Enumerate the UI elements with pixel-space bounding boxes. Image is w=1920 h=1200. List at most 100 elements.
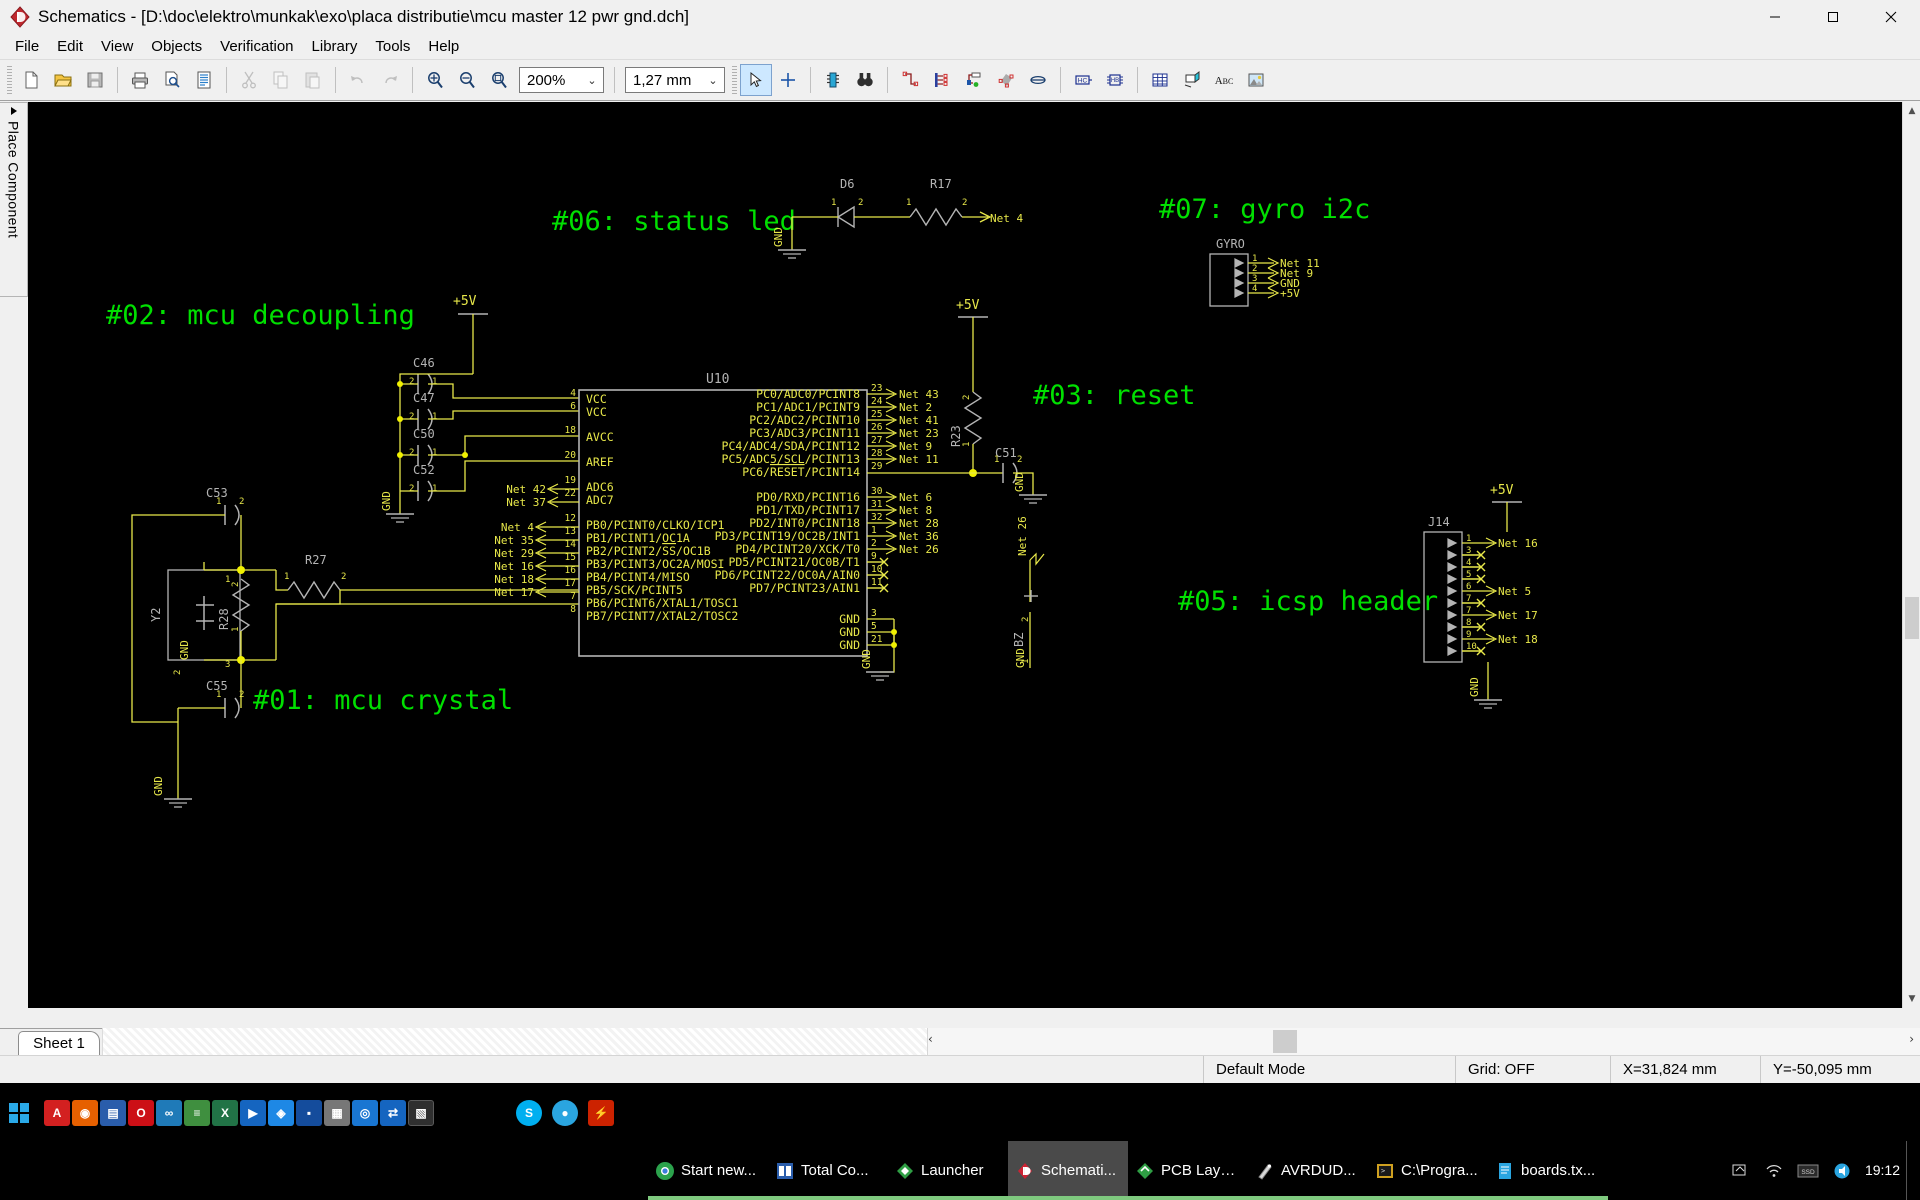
tray-ssd-icon[interactable]: SSD bbox=[1796, 1159, 1820, 1183]
scroll-up-arrow-icon[interactable]: ▲ bbox=[1903, 102, 1920, 120]
diptrace-icon[interactable]: ◈ bbox=[268, 1100, 294, 1126]
undo-icon[interactable] bbox=[342, 64, 374, 96]
windows-start-icon[interactable] bbox=[2, 1097, 36, 1129]
opera-icon[interactable]: O bbox=[128, 1100, 154, 1126]
task-totalcmd[interactable]: Total Co... bbox=[768, 1141, 888, 1200]
firefox-icon[interactable]: ◉ bbox=[72, 1100, 98, 1126]
media-icon[interactable]: ▶ bbox=[240, 1100, 266, 1126]
place-no-connect-icon[interactable] bbox=[1022, 64, 1054, 96]
menu-edit[interactable]: Edit bbox=[48, 35, 92, 58]
open-file-icon[interactable] bbox=[47, 64, 79, 96]
report-icon[interactable] bbox=[188, 64, 220, 96]
zoom-in-icon[interactable] bbox=[419, 64, 451, 96]
scroll-down-arrow-icon[interactable]: ▼ bbox=[1903, 990, 1920, 1008]
minimize-button[interactable] bbox=[1746, 0, 1804, 34]
scroll-left-chevron-icon[interactable]: ‹ bbox=[928, 1032, 933, 1046]
redo-icon[interactable] bbox=[374, 64, 406, 96]
show-desktop-button[interactable] bbox=[1906, 1141, 1920, 1200]
menu-tools[interactable]: Tools bbox=[366, 35, 419, 58]
toolbar-grip[interactable] bbox=[7, 66, 12, 94]
chrome2-icon[interactable]: ◎ bbox=[352, 1100, 378, 1126]
totalcmd-icon[interactable]: ▤ bbox=[100, 1100, 126, 1126]
new-file-icon[interactable] bbox=[15, 64, 47, 96]
flash-icon[interactable]: ⚡ bbox=[588, 1100, 614, 1126]
schematic-drawing[interactable]: #01: mcu crystal #02: mcu decoupling #03… bbox=[28, 102, 1902, 1008]
notepad-icon[interactable]: ≡ bbox=[184, 1100, 210, 1126]
place-shape-icon[interactable] bbox=[1176, 64, 1208, 96]
tray-hidden-icons-icon[interactable] bbox=[1728, 1159, 1752, 1183]
pdf-icon[interactable]: ▪ bbox=[296, 1100, 322, 1126]
close-button[interactable] bbox=[1862, 0, 1920, 34]
schematic-svg[interactable]: #01: mcu crystal #02: mcu decoupling #03… bbox=[28, 102, 1902, 1008]
task-chrome[interactable]: Start new... bbox=[648, 1141, 768, 1200]
quick-launch-row: A ◉ ▤ O ∞ ≡ X ▶ ◈ ▪ ▦ ◎ ⇄ ▧ S ● ⚡ bbox=[0, 1083, 1920, 1141]
chevron-down-icon[interactable]: ⌄ bbox=[704, 74, 722, 87]
place-wire-icon[interactable] bbox=[894, 64, 926, 96]
tray-volume-icon[interactable] bbox=[1830, 1159, 1854, 1183]
find-component-icon[interactable] bbox=[849, 64, 881, 96]
task-boardstxt[interactable]: boards.tx... bbox=[1488, 1141, 1608, 1200]
place-net-icon[interactable] bbox=[990, 64, 1022, 96]
hierarchy-block-icon[interactable]: HC bbox=[1067, 64, 1099, 96]
acrobat-icon[interactable]: A bbox=[44, 1100, 70, 1126]
vlc-icon[interactable]: ● bbox=[552, 1100, 578, 1126]
grid-size-select[interactable]: 1,27 mm ⌄ bbox=[625, 67, 725, 93]
crosshair-icon[interactable] bbox=[772, 64, 804, 96]
task-pcblayout[interactable]: PCB Layo... bbox=[1128, 1141, 1248, 1200]
paste-icon[interactable] bbox=[297, 64, 329, 96]
place-image-icon[interactable] bbox=[1240, 64, 1272, 96]
place-table-icon[interactable] bbox=[1144, 64, 1176, 96]
place-net-port-icon[interactable] bbox=[958, 64, 990, 96]
task-launcher[interactable]: Launcher bbox=[888, 1141, 1008, 1200]
skype-icon[interactable]: S bbox=[516, 1100, 542, 1126]
calc-icon[interactable]: ▦ bbox=[324, 1100, 350, 1126]
task-avrdude[interactable]: AVRDUD... bbox=[1248, 1141, 1368, 1200]
power-label-5v-1: +5V bbox=[453, 294, 477, 309]
scroll-right-chevron-icon[interactable]: › bbox=[1909, 1032, 1914, 1046]
vertical-scroll-thumb[interactable] bbox=[1905, 597, 1919, 639]
save-file-icon[interactable] bbox=[79, 64, 111, 96]
pin-num-29: 29 bbox=[871, 461, 883, 472]
toolbar-grip-2[interactable] bbox=[732, 66, 737, 94]
print-icon[interactable] bbox=[124, 64, 156, 96]
zoom-level-value: 200% bbox=[527, 72, 583, 89]
task-cmd[interactable]: > C:\Progra... bbox=[1368, 1141, 1488, 1200]
horizontal-scrollbar[interactable]: ‹ › bbox=[102, 1028, 1920, 1055]
schematic-canvas[interactable]: #01: mcu crystal #02: mcu decoupling #03… bbox=[28, 102, 1902, 1008]
menu-library[interactable]: Library bbox=[303, 35, 367, 58]
menu-file[interactable]: File bbox=[6, 35, 48, 58]
expand-panel-arrow-icon[interactable] bbox=[11, 107, 17, 115]
excel-icon[interactable]: X bbox=[212, 1100, 238, 1126]
place-text-icon[interactable]: ABC bbox=[1208, 64, 1240, 96]
tray-network-icon[interactable] bbox=[1762, 1159, 1786, 1183]
zoom-window-icon[interactable] bbox=[483, 64, 515, 96]
vertical-scrollbar[interactable]: ▲ ▼ bbox=[1902, 102, 1920, 1008]
place-component-panel[interactable]: Place Component bbox=[0, 102, 28, 297]
chevron-down-icon[interactable]: ⌄ bbox=[583, 74, 601, 87]
zoom-out-icon[interactable] bbox=[451, 64, 483, 96]
select-cursor-icon[interactable] bbox=[740, 64, 772, 96]
task-schematics[interactable]: Schemati... bbox=[1008, 1141, 1128, 1200]
cpp-icon[interactable]: ∞ bbox=[156, 1100, 182, 1126]
power-label-5v-2: +5V bbox=[956, 298, 980, 313]
maximize-button[interactable] bbox=[1804, 0, 1862, 34]
c47-pin-1: 1 bbox=[432, 412, 437, 422]
explorer-icon[interactable]: ⇄ bbox=[380, 1100, 406, 1126]
folder2-icon[interactable]: ▧ bbox=[408, 1100, 434, 1126]
print-preview-icon[interactable] bbox=[156, 64, 188, 96]
copy-icon[interactable] bbox=[265, 64, 297, 96]
place-bus-icon[interactable] bbox=[926, 64, 958, 96]
notepad2-icon bbox=[1495, 1161, 1515, 1181]
menu-objects[interactable]: Objects bbox=[142, 35, 211, 58]
menu-verification[interactable]: Verification bbox=[211, 35, 302, 58]
zoom-level-select[interactable]: 200% ⌄ bbox=[519, 67, 604, 93]
menu-view[interactable]: View bbox=[92, 35, 142, 58]
cut-icon[interactable] bbox=[233, 64, 265, 96]
taskbar-clock[interactable]: 19:12 bbox=[1865, 1163, 1900, 1178]
menu-help[interactable]: Help bbox=[419, 35, 468, 58]
sheet-tab-1[interactable]: Sheet 1 bbox=[18, 1031, 100, 1055]
pcb-chip-icon[interactable]: HB bbox=[1099, 64, 1131, 96]
horizontal-scroll-thumb[interactable] bbox=[1273, 1030, 1297, 1053]
pin-num-28: 28 bbox=[871, 448, 883, 459]
place-component-icon[interactable] bbox=[817, 64, 849, 96]
